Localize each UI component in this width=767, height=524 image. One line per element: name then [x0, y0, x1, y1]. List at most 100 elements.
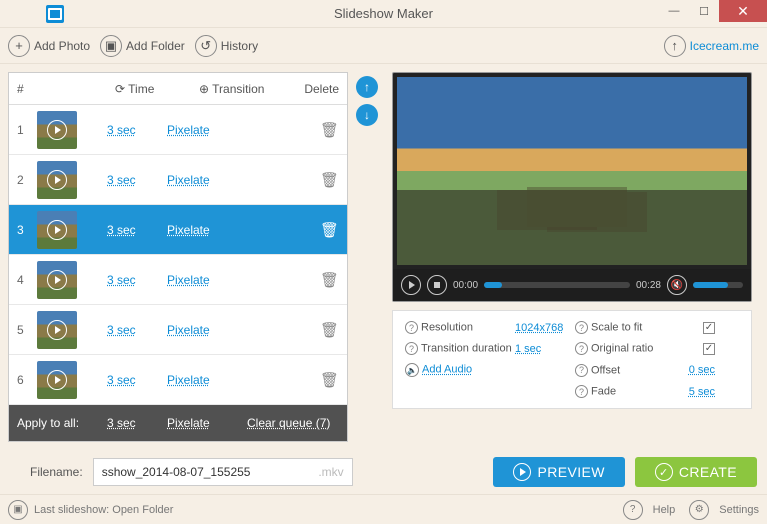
mute-button[interactable]: [667, 275, 687, 295]
list-header: # ⟳ Time ⊕ Transition Delete: [9, 73, 347, 105]
settings-panel: ?Resolution 1024x768 ?Scale to fit ✓ ?Tr…: [392, 310, 752, 409]
table-row[interactable]: 6 3 secPixelate🗑: [9, 355, 347, 405]
titlebar: Slideshow Maker — ☐ ✕: [0, 0, 767, 28]
delete-row-button[interactable]: 🗑: [267, 171, 339, 189]
add-photo-button[interactable]: + Add Photo: [8, 35, 90, 57]
gear-icon[interactable]: ⚙: [689, 500, 709, 520]
speaker-icon: 🔈: [405, 363, 419, 377]
play-overlay-icon: [47, 270, 67, 290]
history-button[interactable]: ↺ History: [195, 35, 258, 57]
slide-thumbnail[interactable]: [37, 311, 77, 349]
play-button[interactable]: [401, 275, 421, 295]
row-time[interactable]: 3 sec: [107, 323, 167, 337]
help-icon[interactable]: ?: [575, 364, 588, 377]
row-time[interactable]: 3 sec: [107, 173, 167, 187]
tdur-value[interactable]: 1 sec: [515, 343, 575, 355]
row-time[interactable]: 3 sec: [107, 273, 167, 287]
row-time[interactable]: 3 sec: [107, 123, 167, 137]
slide-thumbnail[interactable]: [37, 361, 77, 399]
history-icon: ↺: [195, 35, 217, 57]
move-down-button[interactable]: ↓: [356, 104, 378, 126]
help-link[interactable]: Help: [653, 504, 676, 516]
apply-all-time[interactable]: 3 sec: [107, 416, 167, 430]
scale-checkbox[interactable]: ✓: [703, 322, 715, 334]
add-folder-button[interactable]: ▣ Add Folder: [100, 35, 185, 57]
folder-icon[interactable]: ▣: [8, 500, 28, 520]
stop-button[interactable]: [427, 275, 447, 295]
delete-row-button[interactable]: 🗑: [267, 271, 339, 289]
resolution-value[interactable]: 1024x768: [515, 322, 575, 334]
preview-button[interactable]: PREVIEW: [493, 457, 624, 487]
last-slideshow-link[interactable]: Last slideshow: Open Folder: [34, 504, 173, 516]
volume-bar[interactable]: [693, 282, 743, 288]
maximize-button[interactable]: ☐: [689, 0, 719, 22]
table-row[interactable]: 33 secPixelate🗑: [9, 205, 347, 255]
create-button[interactable]: CREATE: [635, 457, 757, 487]
player-current-time: 00:00: [453, 280, 478, 291]
preview-button-label: PREVIEW: [537, 464, 604, 480]
close-button[interactable]: ✕: [719, 0, 767, 22]
brand-link[interactable]: ↑ Icecream.me: [664, 35, 759, 57]
table-row[interactable]: 53 secPixelate🗑: [9, 305, 347, 355]
orig-checkbox[interactable]: ✓: [703, 343, 715, 355]
row-transition[interactable]: Pixelate: [167, 223, 267, 237]
play-overlay-icon: [47, 320, 67, 340]
slide-thumbnail[interactable]: [37, 111, 77, 149]
row-number: 6: [17, 373, 37, 387]
row-transition[interactable]: Pixelate: [167, 373, 267, 387]
slide-thumbnail[interactable]: [37, 161, 77, 199]
table-row[interactable]: 4 3 secPixelate🗑: [9, 255, 347, 305]
brand-label: Icecream.me: [690, 39, 759, 53]
tdur-label: Transition duration: [421, 343, 512, 355]
filename-input[interactable]: sshow_2014-08-07_155255 .mkv: [93, 458, 353, 486]
row-time[interactable]: 3 sec: [107, 373, 167, 387]
check-icon: [655, 463, 673, 481]
delete-row-button[interactable]: 🗑: [267, 371, 339, 389]
fade-value[interactable]: 5 sec: [675, 386, 715, 398]
seek-bar[interactable]: [484, 282, 630, 288]
play-overlay-icon: [47, 120, 67, 140]
orig-label: Original ratio: [591, 343, 653, 355]
delete-row-button[interactable]: 🗑: [267, 121, 339, 139]
row-transition[interactable]: Pixelate: [167, 273, 267, 287]
row-number: 2: [17, 173, 37, 187]
table-row[interactable]: 2 3 secPixelate🗑: [9, 155, 347, 205]
row-transition[interactable]: Pixelate: [167, 323, 267, 337]
move-up-button[interactable]: ↑: [356, 76, 378, 98]
help-icon[interactable]: ?: [575, 342, 588, 355]
history-label: History: [221, 39, 258, 53]
delete-row-button[interactable]: 🗑: [267, 221, 339, 239]
help-icon[interactable]: ?: [623, 500, 643, 520]
slide-thumbnail[interactable]: [37, 261, 77, 299]
filename-label: Filename:: [30, 465, 83, 479]
add-photo-label: Add Photo: [34, 39, 90, 53]
scale-label: Scale to fit: [591, 322, 642, 334]
fade-label: Fade: [591, 386, 616, 398]
delete-row-button[interactable]: 🗑: [267, 321, 339, 339]
preview-panel: 00:00 00:28: [392, 72, 752, 302]
row-transition[interactable]: Pixelate: [167, 123, 267, 137]
offset-value[interactable]: 0 sec: [675, 364, 715, 376]
minimize-button[interactable]: —: [659, 0, 689, 22]
apply-all-transition[interactable]: Pixelate: [167, 416, 247, 430]
help-icon[interactable]: ?: [405, 321, 418, 334]
play-overlay-icon: [47, 370, 67, 390]
row-number: 4: [17, 273, 37, 287]
table-row[interactable]: 13 secPixelate🗑: [9, 105, 347, 155]
col-transition: Transition: [212, 82, 264, 96]
help-icon[interactable]: ?: [405, 342, 418, 355]
help-icon[interactable]: ?: [575, 321, 588, 334]
folder-icon: ▣: [100, 35, 122, 57]
row-transition[interactable]: Pixelate: [167, 173, 267, 187]
settings-link[interactable]: Settings: [719, 504, 759, 516]
help-icon[interactable]: ?: [575, 385, 588, 398]
slide-thumbnail[interactable]: [37, 211, 77, 249]
add-audio-link[interactable]: Add Audio: [422, 364, 472, 376]
player-controls: 00:00 00:28: [393, 269, 751, 301]
create-button-label: CREATE: [679, 464, 737, 480]
clear-queue-link[interactable]: Clear queue (7): [247, 416, 330, 430]
footer: ▣ Last slideshow: Open Folder ? Help ⚙ Set…: [0, 494, 767, 524]
row-time[interactable]: 3 sec: [107, 223, 167, 237]
toolbar: + Add Photo ▣ Add Folder ↺ History ↑ Ice…: [0, 28, 767, 64]
col-time: Time: [128, 82, 154, 96]
